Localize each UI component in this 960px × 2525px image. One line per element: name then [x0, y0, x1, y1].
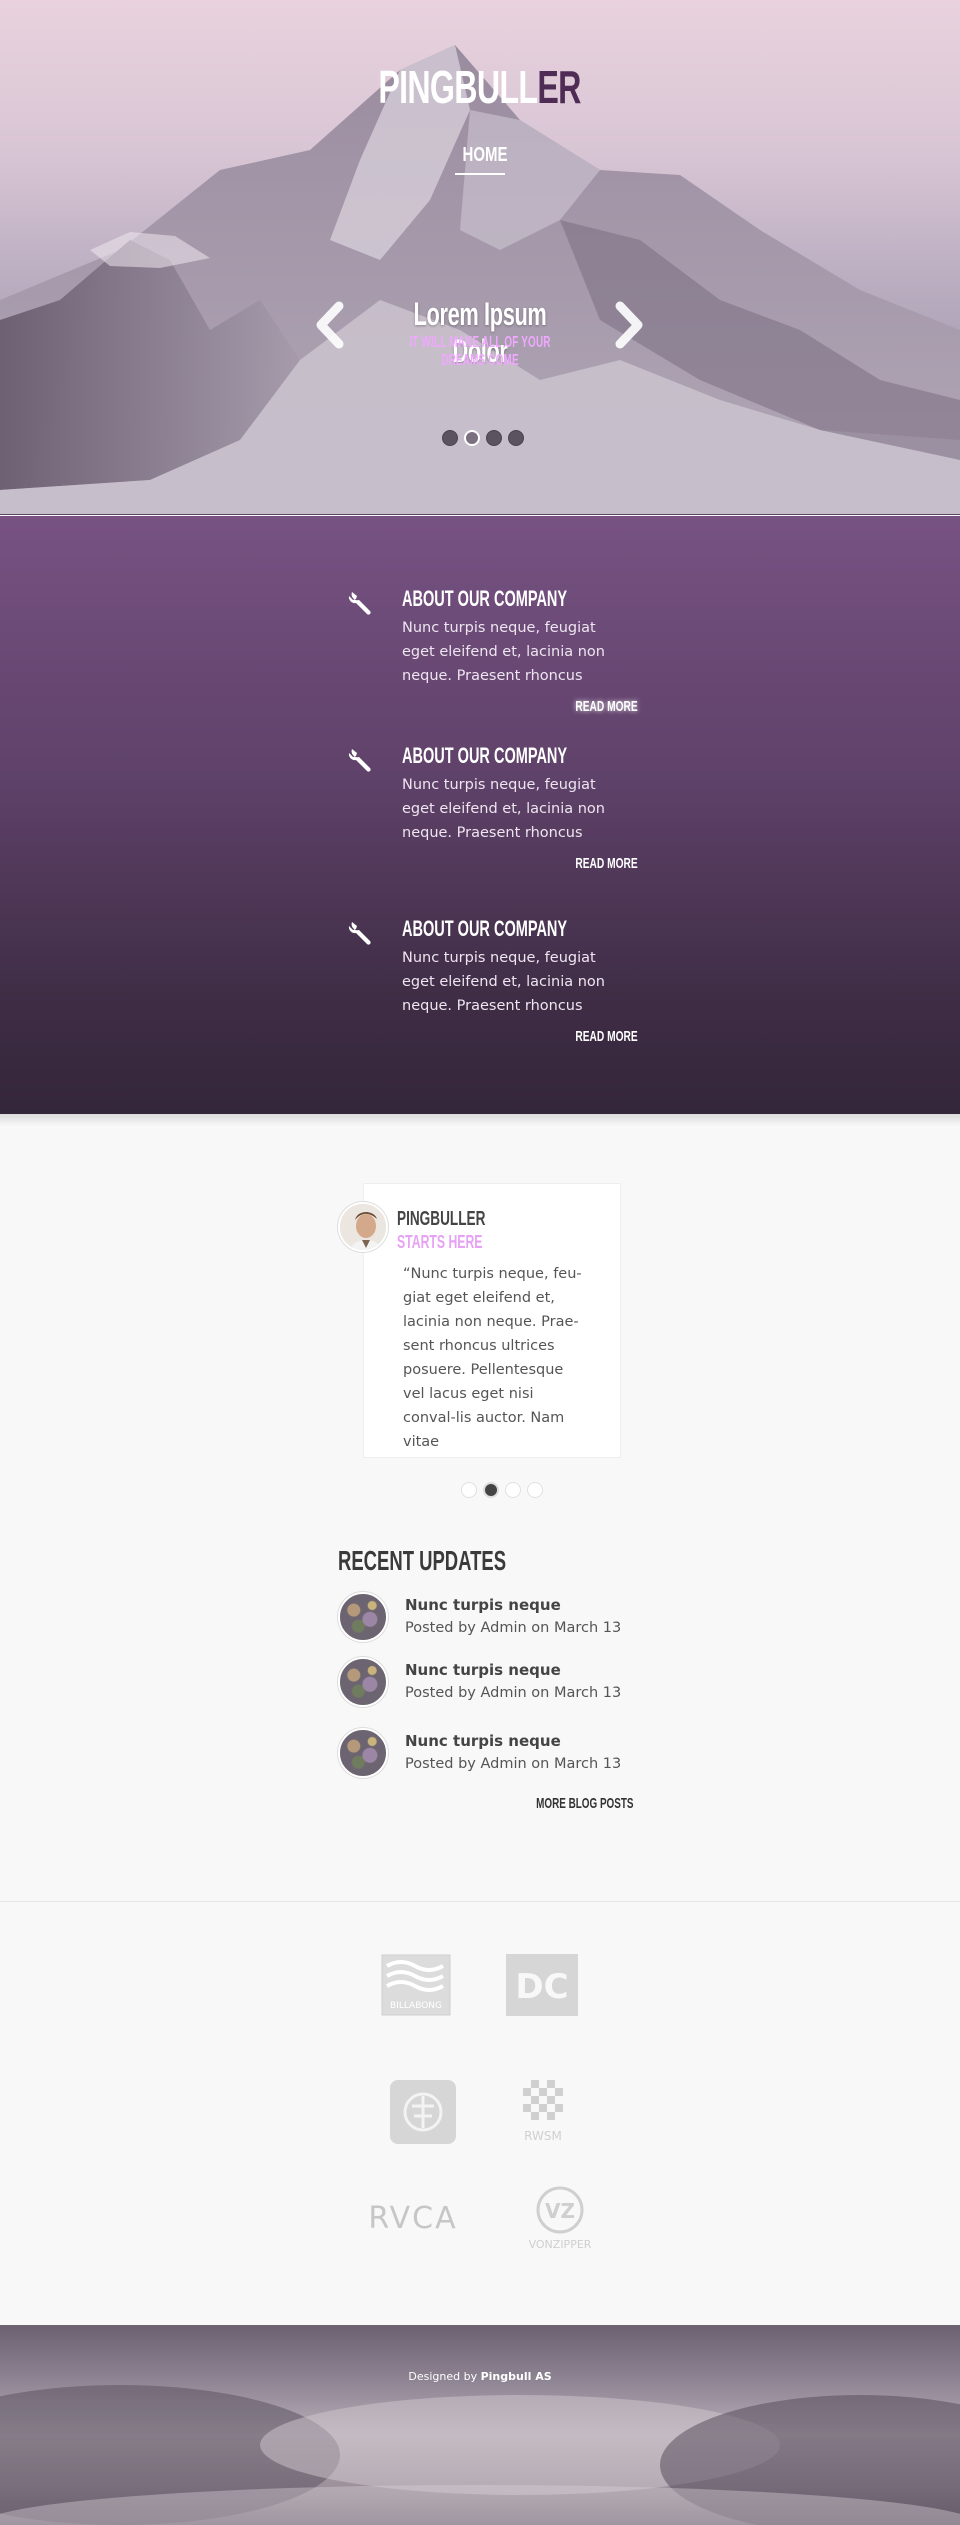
- wrench-icon: [348, 749, 371, 772]
- blog-post-item: Nunc turpis neque Posted by Admin on Mar…: [338, 1657, 628, 1707]
- slider-dot[interactable]: [486, 430, 502, 446]
- testimonial-dot[interactable]: [505, 1482, 521, 1498]
- feature-text: Nunc turpis neque, feugiat eget eleifend…: [402, 950, 605, 1014]
- element-tree-icon: [390, 2080, 456, 2144]
- brand-billabong-text: BILLABONG: [390, 2001, 442, 2011]
- footer-credit: Designed by Pingbull AS: [0, 2370, 960, 2383]
- brand-rwsm-text: RWSM: [524, 2129, 562, 2143]
- slider-dot-active[interactable]: [464, 430, 480, 446]
- post-meta: Posted by Admin on March 13: [405, 1685, 622, 1701]
- slider-dot[interactable]: [508, 430, 524, 446]
- site-logo[interactable]: PINGBULLER: [0, 60, 960, 114]
- post-title-link[interactable]: Nunc turpis neque: [405, 1661, 561, 1679]
- post-title-link[interactable]: Nunc turpis neque: [405, 1732, 561, 1750]
- hero-bottom-border: [0, 514, 960, 515]
- feature-title: ABOUT OUR COMPANY: [402, 743, 568, 768]
- testimonial-pagination: [461, 1482, 543, 1498]
- post-thumbnail[interactable]: [338, 1657, 388, 1707]
- read-more-link[interactable]: READ MORE: [546, 1028, 637, 1045]
- slider-pagination: [442, 430, 524, 446]
- testimonial-tagline: STARTS HERE: [397, 1232, 483, 1252]
- slider-next-arrow-icon[interactable]: [612, 300, 646, 350]
- post-title-link[interactable]: Nunc turpis neque: [405, 1596, 561, 1614]
- svg-text:VZ: VZ: [545, 2199, 575, 2223]
- feature-text: Nunc turpis neque, feugiat eget eleifend…: [402, 620, 605, 684]
- section-divider: [0, 1901, 960, 1902]
- footer-background: [0, 2385, 960, 2525]
- brand-logo-vonzipper[interactable]: VZ VONZIPPER: [518, 2184, 602, 2252]
- brand-logo-billabong[interactable]: BILLABONG: [381, 1954, 451, 2016]
- post-thumbnail[interactable]: [338, 1728, 388, 1778]
- recent-updates-title: RECENT UPDATES: [338, 1545, 507, 1576]
- testimonial-dot[interactable]: [527, 1482, 543, 1498]
- feature-title: ABOUT OUR COMPANY: [402, 916, 568, 941]
- post-meta: Posted by Admin on March 13: [405, 1756, 622, 1772]
- brand-logo-rvca[interactable]: RVCA: [358, 2200, 468, 2236]
- read-more-link[interactable]: READ MORE: [546, 698, 637, 715]
- nav-home-link[interactable]: HOME: [455, 144, 508, 175]
- feature-title: ABOUT OUR COMPANY: [402, 586, 568, 611]
- blog-post-item: Nunc turpis neque Posted by Admin on Mar…: [338, 1728, 628, 1778]
- features-section: ABOUT OUR COMPANY Nunc turpis neque, feu…: [0, 516, 960, 1114]
- slide-subtitle: IT WILL MAKE ALL OF YOUR DREAMS COME: [409, 334, 551, 369]
- credit-author-link[interactable]: Pingbull AS: [481, 2370, 552, 2383]
- footer: Designed by Pingbull AS: [0, 2325, 960, 2525]
- brand-logo-element[interactable]: [390, 2080, 456, 2144]
- brand-logo-rwsm[interactable]: RWSM: [516, 2080, 570, 2144]
- brand-vonzipper-text: VONZIPPER: [529, 2238, 592, 2251]
- testimonial-name: PINGBULLER: [397, 1208, 486, 1230]
- wrench-icon: [348, 922, 371, 945]
- blog-post-item: Nunc turpis neque Posted by Admin on Mar…: [338, 1592, 628, 1642]
- section-shadow: [0, 1114, 960, 1126]
- testimonial-avatar: [338, 1202, 388, 1252]
- credit-prefix: Designed by: [408, 2370, 478, 2383]
- read-more-link[interactable]: READ MORE: [546, 855, 637, 872]
- post-thumbnail[interactable]: [338, 1592, 388, 1642]
- more-blog-posts-link[interactable]: MORE BLOG POSTS: [486, 1795, 633, 1812]
- testimonial-dot[interactable]: [461, 1482, 477, 1498]
- brand-logo-dc[interactable]: DC: [506, 1954, 578, 2016]
- wrench-icon: [348, 592, 371, 615]
- logo-main-text: PINGBULL: [378, 61, 539, 113]
- logo-accent-text: ER: [537, 61, 582, 113]
- slider-dot[interactable]: [442, 430, 458, 446]
- testimonial-dot-active[interactable]: [483, 1482, 499, 1498]
- hero-slider: PINGBULLER HOME Lorem Ipsum Dolor IT WIL…: [0, 0, 960, 515]
- post-meta: Posted by Admin on March 13: [405, 1620, 622, 1636]
- feature-text: Nunc turpis neque, feugiat eget eleifend…: [402, 777, 605, 841]
- brand-dc-text: DC: [515, 1967, 568, 2007]
- brand-rvca-text: RVCA: [368, 2201, 457, 2234]
- testimonial-quote: “Nunc turpis neque, feu-giat eget eleife…: [403, 1266, 582, 1450]
